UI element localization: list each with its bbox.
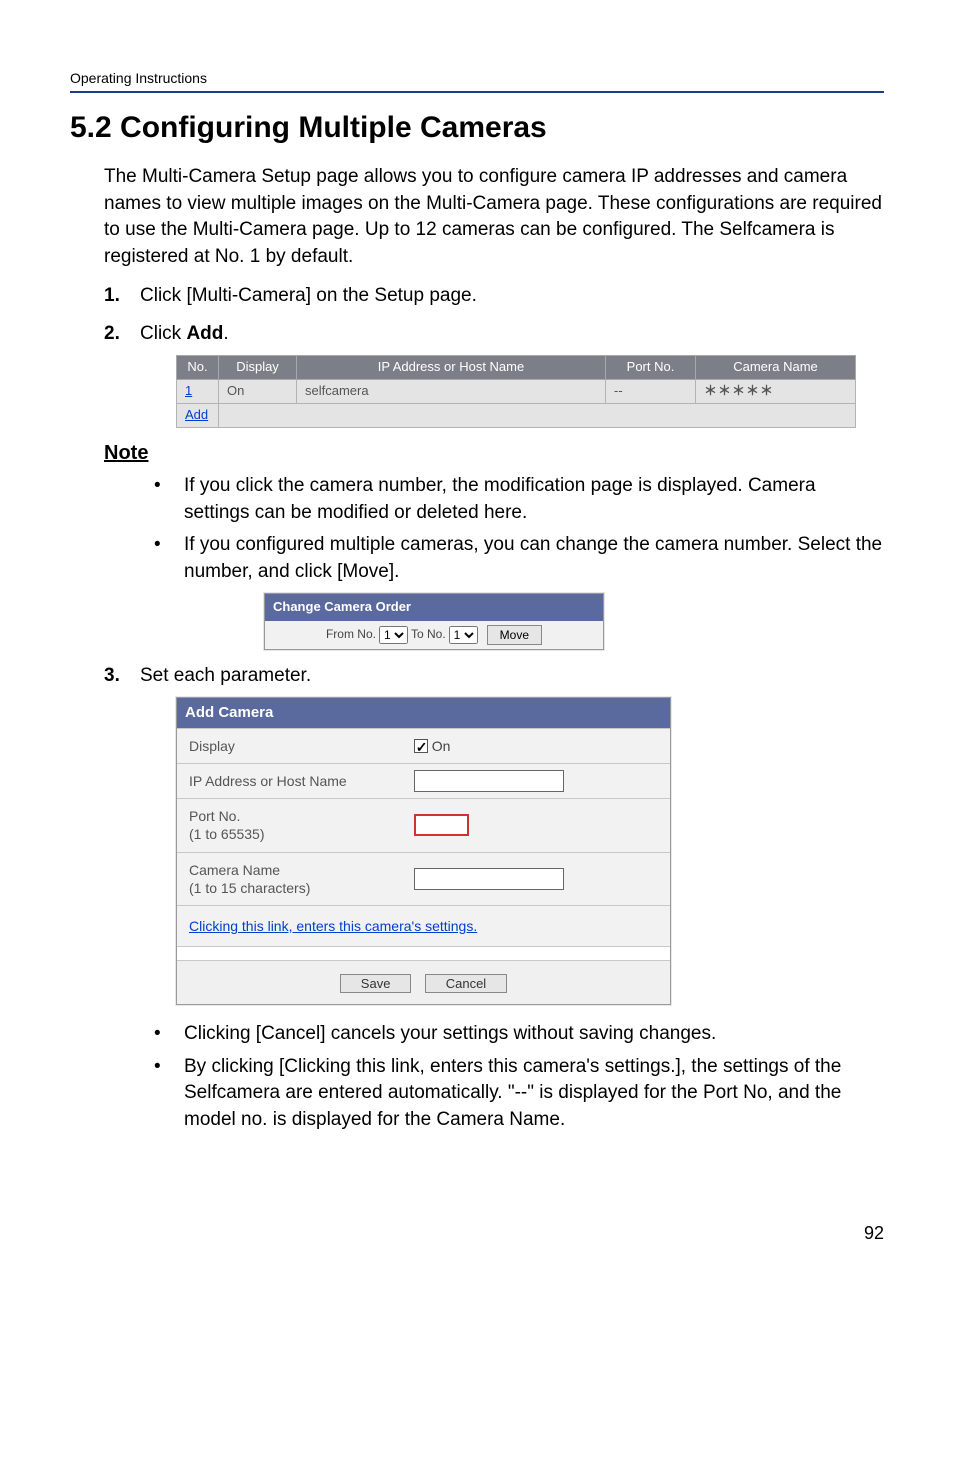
- th-display: Display: [219, 356, 297, 380]
- from-label: From No.: [326, 626, 376, 643]
- display-checkbox[interactable]: [414, 739, 428, 753]
- from-select[interactable]: 1: [379, 626, 408, 644]
- enter-settings-link[interactable]: Clicking this link, enters this camera's…: [189, 918, 477, 934]
- intro-paragraph: The Multi-Camera Setup page allows you t…: [104, 164, 884, 270]
- th-name: Camera Name: [696, 356, 856, 380]
- port-input[interactable]: [414, 814, 469, 836]
- camera-number-link[interactable]: 1: [185, 383, 192, 398]
- section-title: 5.2 Configuring Multiple Cameras: [70, 111, 884, 145]
- camera-list-table: No. Display IP Address or Host Name Port…: [176, 355, 856, 428]
- add-camera-panel: Add Camera Display On IP Address or Host…: [176, 697, 671, 1005]
- th-port: Port No.: [606, 356, 696, 380]
- step-2-bold: Add: [186, 323, 223, 344]
- change-order-title: Change Camera Order: [265, 594, 603, 620]
- note-heading: Note: [104, 442, 884, 465]
- camera-name-label: Camera Name (1 to 15 characters): [177, 853, 404, 905]
- add-camera-title: Add Camera: [177, 698, 670, 728]
- add-camera-link[interactable]: Add: [185, 407, 208, 422]
- to-select[interactable]: 1: [449, 626, 478, 644]
- table-row: 1 On selfcamera -- ＊＊＊＊＊: [177, 380, 856, 404]
- save-button[interactable]: Save: [340, 974, 412, 993]
- step-2-suffix: .: [223, 323, 228, 344]
- post-bullet-1: Clicking [Cancel] cancels your settings …: [154, 1021, 884, 1048]
- step-1: Click [Multi-Camera] on the Setup page.: [104, 282, 884, 310]
- step-3-text: Set each parameter.: [140, 665, 311, 686]
- display-value: On: [432, 736, 451, 756]
- to-label: To No.: [411, 626, 446, 643]
- cell-display: On: [219, 380, 297, 404]
- cell-name: ＊＊＊＊＊: [696, 380, 856, 404]
- post-bullet-2: By clicking [Clicking this link, enters …: [154, 1054, 884, 1134]
- ip-input[interactable]: [414, 770, 564, 792]
- note-bullet-2: If you configured multiple cameras, you …: [154, 532, 884, 649]
- display-label: Display: [177, 729, 404, 763]
- th-ip: IP Address or Host Name: [297, 356, 606, 380]
- page-number: 92: [70, 1223, 884, 1244]
- running-header: Operating Instructions: [70, 70, 884, 93]
- port-label: Port No. (1 to 65535): [177, 799, 404, 851]
- change-order-panel: Change Camera Order From No. 1 To No. 1 …: [264, 593, 604, 649]
- note-bullet-1: If you click the camera number, the modi…: [154, 473, 884, 526]
- cell-port: --: [606, 380, 696, 404]
- camera-name-input[interactable]: [414, 868, 564, 890]
- table-row: Add: [177, 404, 856, 428]
- move-button[interactable]: Move: [487, 625, 542, 645]
- step-2: Click Add. No. Display IP Address or Hos…: [104, 320, 884, 428]
- ip-label: IP Address or Host Name: [177, 764, 404, 798]
- step-1-text: Click [Multi-Camera] on the Setup page.: [140, 285, 477, 306]
- th-no: No.: [177, 356, 219, 380]
- step-3: Set each parameter. Add Camera Display O…: [104, 662, 884, 1134]
- cell-ip: selfcamera: [297, 380, 606, 404]
- step-2-prefix: Click: [140, 323, 186, 344]
- cancel-button[interactable]: Cancel: [425, 974, 507, 993]
